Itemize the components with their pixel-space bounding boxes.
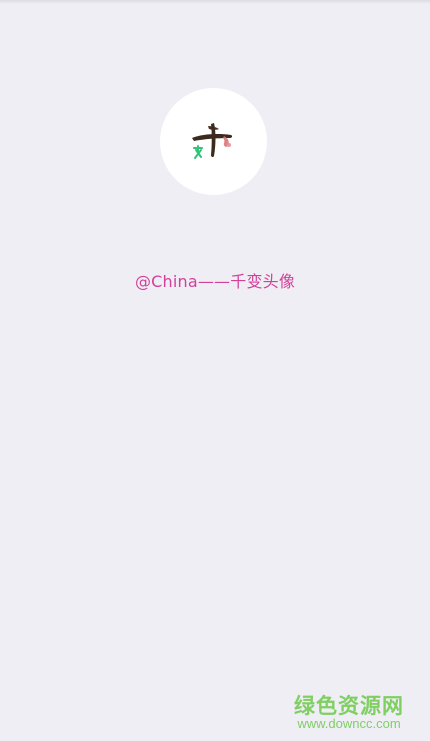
app-logo-icon <box>191 122 232 159</box>
watermark: 绿色资源网 www.downcc.com <box>290 695 408 731</box>
status-bar-shadow <box>0 0 430 4</box>
watermark-title: 绿色资源网 <box>294 693 404 718</box>
watermark-url: www.downcc.com <box>297 715 401 731</box>
avatar[interactable] <box>160 88 267 195</box>
avatar-caption: @China——千变头像 <box>134 272 296 291</box>
